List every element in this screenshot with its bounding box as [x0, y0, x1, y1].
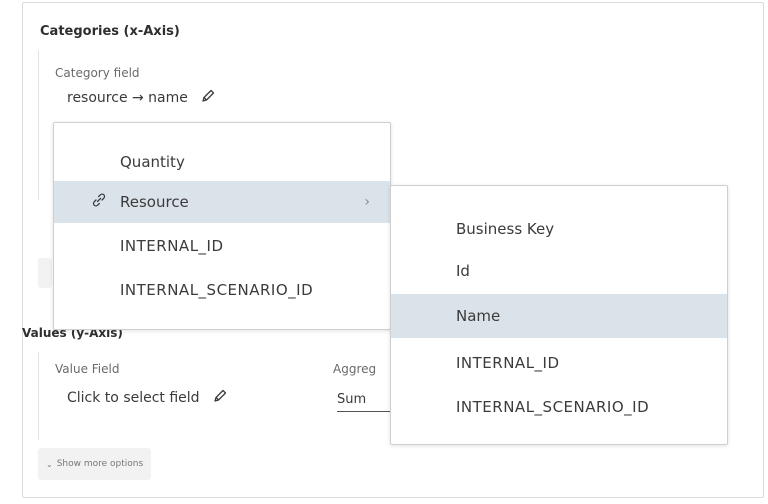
field-dropdown-menu: Quantity Resource › INTERNAL_ID INTERNAL…	[53, 122, 391, 330]
aggregation-label: Aggreg	[333, 362, 377, 376]
category-field-value[interactable]: resource → name	[67, 88, 216, 108]
submenu-item-label: Id	[456, 262, 470, 280]
submenu-item-name[interactable]: Name	[391, 294, 727, 338]
value-field-select[interactable]: Click to select field	[67, 388, 228, 408]
menu-item-label: INTERNAL_ID	[120, 237, 224, 255]
submenu-item-business-key[interactable]: Business Key	[391, 208, 727, 250]
submenu-item-label: Name	[456, 307, 501, 325]
menu-item-label: Quantity	[120, 153, 185, 171]
pencil-icon[interactable]	[212, 388, 228, 408]
menu-item-quantity[interactable]: Quantity	[54, 141, 390, 183]
submenu-item-label: INTERNAL_SCENARIO_ID	[456, 398, 650, 416]
aggregation-select[interactable]: Sum	[337, 392, 397, 412]
link-icon	[90, 191, 114, 213]
values-divider	[38, 352, 39, 440]
submenu-item-internal-id[interactable]: INTERNAL_ID	[391, 342, 727, 384]
menu-item-internal-scenario-id[interactable]: INTERNAL_SCENARIO_ID	[54, 269, 390, 311]
category-field-text: resource → name	[67, 90, 188, 106]
chevron-right-icon: ›	[364, 194, 370, 210]
menu-item-resource[interactable]: Resource ›	[54, 181, 390, 223]
categories-section-title: Categories (x-Axis)	[40, 24, 180, 39]
submenu-item-label: Business Key	[456, 220, 555, 238]
submenu-item-label: INTERNAL_ID	[456, 354, 560, 372]
show-more-options-button[interactable]: ⌄ Show more options	[38, 448, 152, 480]
category-field-label: Category field	[55, 66, 140, 80]
resource-submenu: Business Key Id Name INTERNAL_ID INTERNA…	[390, 185, 728, 445]
pencil-icon[interactable]	[200, 88, 216, 108]
collapsed-control[interactable]	[38, 258, 52, 288]
value-field-text: Click to select field	[67, 390, 200, 406]
submenu-item-internal-scenario-id[interactable]: INTERNAL_SCENARIO_ID	[391, 386, 727, 428]
show-more-label: Show more options	[56, 459, 144, 469]
menu-item-label: INTERNAL_SCENARIO_ID	[120, 281, 314, 299]
menu-item-internal-id[interactable]: INTERNAL_ID	[54, 225, 390, 267]
categories-divider	[38, 50, 39, 200]
chevron-down-icon: ⌄	[46, 459, 53, 469]
value-field-label: Value Field	[55, 362, 120, 376]
submenu-item-id[interactable]: Id	[391, 250, 727, 292]
menu-item-label: Resource	[120, 193, 189, 211]
